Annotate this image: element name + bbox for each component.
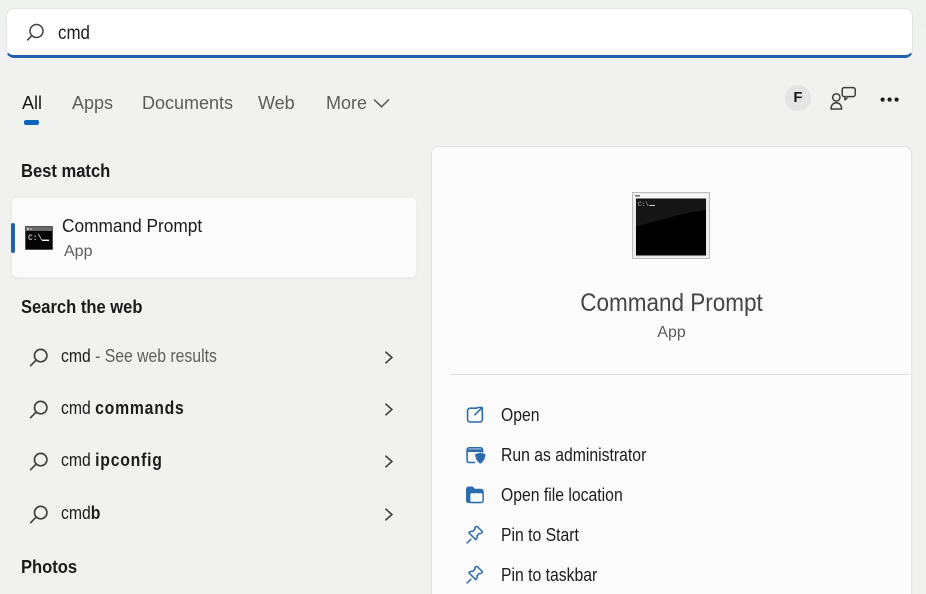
svg-text:C:\: C:\ <box>638 201 649 208</box>
svg-text:C:\: C:\ <box>28 234 43 243</box>
